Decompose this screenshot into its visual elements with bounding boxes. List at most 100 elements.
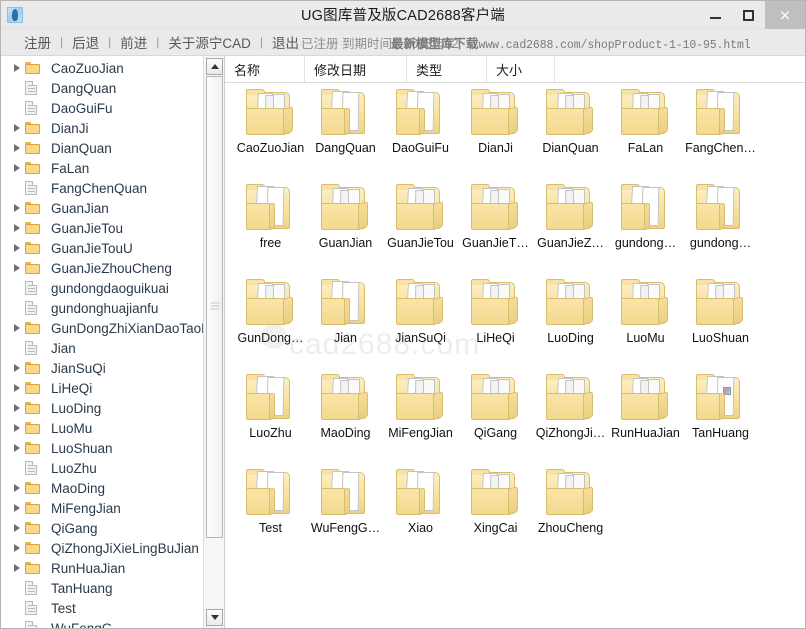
folder-item[interactable]: MiFengJian: [383, 374, 458, 469]
tree-item-qigang[interactable]: QiGang: [1, 518, 203, 538]
column-header-size[interactable]: 大小: [487, 56, 555, 82]
scroll-down-button[interactable]: [206, 609, 223, 626]
tree-item-runhuajian[interactable]: RunHuaJian: [1, 558, 203, 578]
folder-item[interactable]: LuoMu: [608, 279, 683, 374]
folder-item[interactable]: GuanJian: [308, 184, 383, 279]
tree-item-luomu[interactable]: LuoMu: [1, 418, 203, 438]
tree-item-liheqi[interactable]: LiHeQi: [1, 378, 203, 398]
folder-item[interactable]: GuanJieZ…: [533, 184, 608, 279]
promo-banner[interactable]: 最新模型库下载www.cad2688.com/shopProduct-1-10-…: [391, 33, 751, 52]
folder-item[interactable]: DangQuan: [308, 89, 383, 184]
folder-item[interactable]: GunDong…: [233, 279, 308, 374]
expand-arrow-icon[interactable]: [9, 444, 25, 452]
folder-item[interactable]: GuanJieT…: [458, 184, 533, 279]
tree-item-fangchenquan[interactable]: FangChenQuan: [1, 178, 203, 198]
column-header-date-modified[interactable]: 修改日期: [305, 56, 407, 82]
close-button[interactable]: ×: [765, 1, 805, 29]
folder-item[interactable]: gundong…: [608, 184, 683, 279]
folder-item[interactable]: DianQuan: [533, 89, 608, 184]
tree-item-luozhu[interactable]: LuoZhu: [1, 458, 203, 478]
expand-arrow-icon[interactable]: [9, 324, 25, 332]
tree-item-luoshuan[interactable]: LuoShuan: [1, 438, 203, 458]
expand-arrow-icon[interactable]: [9, 564, 25, 572]
tree-item-caozuojian[interactable]: CaoZuoJian: [1, 58, 203, 78]
tree-item-guanjiezhoucheng[interactable]: GuanJieZhouCheng: [1, 258, 203, 278]
folder-item[interactable]: LuoZhu: [233, 374, 308, 469]
expand-arrow-icon[interactable]: [9, 424, 25, 432]
minimize-button[interactable]: [699, 1, 732, 29]
tree-item-gundongzhixiandaotaofu[interactable]: GunDongZhiXianDaoTaoFu: [1, 318, 203, 338]
tree-item-luoding[interactable]: LuoDing: [1, 398, 203, 418]
expand-arrow-icon[interactable]: [9, 224, 25, 232]
expand-arrow-icon[interactable]: [9, 124, 25, 132]
tree-item-jian[interactable]: Jian: [1, 338, 203, 358]
expand-arrow-icon[interactable]: [9, 504, 25, 512]
tree-item-guanjietou[interactable]: GuanJieTou: [1, 218, 203, 238]
folder-item[interactable]: QiZhongJi…: [533, 374, 608, 469]
folder-item[interactable]: LuoDing: [533, 279, 608, 374]
expand-arrow-icon[interactable]: [9, 384, 25, 392]
column-header-name[interactable]: 名称: [225, 56, 305, 82]
column-header-type[interactable]: 类型: [407, 56, 487, 82]
folder-item[interactable]: WuFengG…: [308, 469, 383, 564]
tree-item-test[interactable]: Test: [1, 598, 203, 618]
expand-arrow-icon[interactable]: [9, 204, 25, 212]
tree-item-gundongdaoguikuai[interactable]: gundongdaoguikuai: [1, 278, 203, 298]
expand-arrow-icon[interactable]: [9, 544, 25, 552]
tree-item-dianquan[interactable]: DianQuan: [1, 138, 203, 158]
folder-item[interactable]: MaoDing: [308, 374, 383, 469]
folder-item[interactable]: QiGang: [458, 374, 533, 469]
tree-item-maoding[interactable]: MaoDing: [1, 478, 203, 498]
expand-arrow-icon[interactable]: [9, 524, 25, 532]
sidebar-scrollbar[interactable]: [203, 56, 224, 628]
tree-item-qizhongjixielingbujian[interactable]: QiZhongJiXieLingBuJian: [1, 538, 203, 558]
folder-item[interactable]: LuoShuan: [683, 279, 758, 374]
tree-item-wufengg[interactable]: WuFengG: [1, 618, 203, 628]
expand-arrow-icon[interactable]: [9, 364, 25, 372]
folder-item[interactable]: Test: [233, 469, 308, 564]
folder-item-label: XingCai: [473, 521, 518, 535]
folder-item[interactable]: free: [233, 184, 308, 279]
expand-arrow-icon[interactable]: [9, 484, 25, 492]
tree-item-dangquan[interactable]: DangQuan: [1, 78, 203, 98]
folder-item[interactable]: CaoZuoJian: [233, 89, 308, 184]
expand-arrow-icon[interactable]: [9, 244, 25, 252]
menu-item-forward[interactable]: 前进: [111, 32, 156, 52]
menu-item-about[interactable]: 关于源宁CAD: [159, 32, 260, 52]
tree-item-guanjietouu[interactable]: GuanJieTouU: [1, 238, 203, 258]
folder-item[interactable]: RunHuaJian: [608, 374, 683, 469]
tree-item-dianji[interactable]: DianJi: [1, 118, 203, 138]
folder-item[interactable]: Jian: [308, 279, 383, 374]
folder-item[interactable]: Xiao: [383, 469, 458, 564]
expand-arrow-icon[interactable]: [9, 144, 25, 152]
tree-item-mifengjian[interactable]: MiFengJian: [1, 498, 203, 518]
tree-item-falan[interactable]: FaLan: [1, 158, 203, 178]
expand-arrow-icon[interactable]: [9, 404, 25, 412]
tree-item-guanjian[interactable]: GuanJian: [1, 198, 203, 218]
tree-item-jiansuqi[interactable]: JianSuQi: [1, 358, 203, 378]
column-header-extra[interactable]: [555, 56, 805, 82]
folder-item[interactable]: FangChen…: [683, 89, 758, 184]
folder-item[interactable]: LiHeQi: [458, 279, 533, 374]
folder-item[interactable]: GuanJieTou: [383, 184, 458, 279]
tree-item-gundonghuajianfu[interactable]: gundonghuajianfu: [1, 298, 203, 318]
folder-item[interactable]: DaoGuiFu: [383, 89, 458, 184]
maximize-button[interactable]: [732, 1, 765, 29]
scroll-up-button[interactable]: [206, 58, 223, 75]
folder-item[interactable]: DianJi: [458, 89, 533, 184]
tree-item-daoguifu[interactable]: DaoGuiFu: [1, 98, 203, 118]
menu-item-register[interactable]: 注册: [15, 32, 60, 52]
scrollbar-thumb[interactable]: [206, 76, 223, 538]
folder-item[interactable]: ZhouCheng: [533, 469, 608, 564]
folder-item[interactable]: gundong…: [683, 184, 758, 279]
promo-url[interactable]: www.cad2688.com/shopProduct-1-10-95.html: [479, 39, 751, 52]
folder-item[interactable]: FaLan: [608, 89, 683, 184]
expand-arrow-icon[interactable]: [9, 164, 25, 172]
folder-item[interactable]: TanHuang: [683, 374, 758, 469]
expand-arrow-icon[interactable]: [9, 264, 25, 272]
menu-item-back[interactable]: 后退: [63, 32, 108, 52]
expand-arrow-icon[interactable]: [9, 64, 25, 72]
tree-item-tanhuang[interactable]: TanHuang: [1, 578, 203, 598]
folder-item[interactable]: XingCai: [458, 469, 533, 564]
folder-item[interactable]: JianSuQi: [383, 279, 458, 374]
